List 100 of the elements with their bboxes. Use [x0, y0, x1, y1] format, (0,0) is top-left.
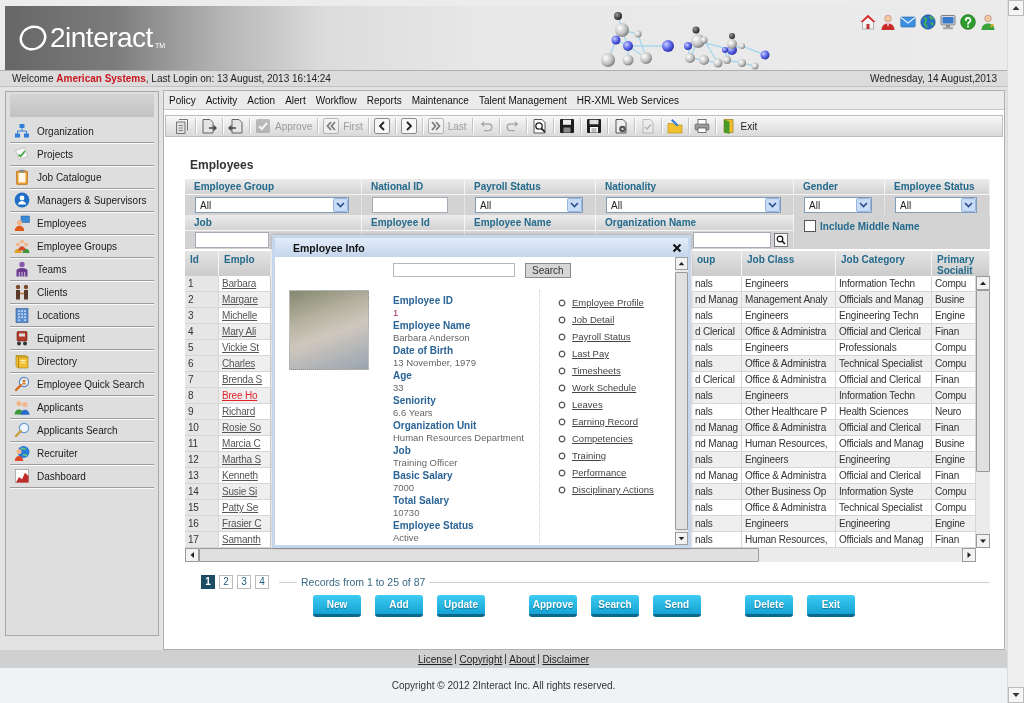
sidebar-item[interactable]: Dashboard	[10, 465, 154, 488]
employee-link[interactable]: Frasier C	[222, 518, 262, 529]
menu-item[interactable]: Talent Management	[478, 94, 567, 106]
document-arrow-icon[interactable]	[201, 118, 217, 134]
sidebar-item[interactable]: Organization	[10, 120, 154, 143]
search-button[interactable]: Search	[525, 262, 571, 278]
sidebar-item[interactable]: Applicants	[10, 396, 154, 419]
page-button[interactable]: 4	[255, 575, 269, 589]
sidebar-item[interactable]: Projects	[10, 143, 154, 166]
sidebar-item[interactable]: Equipment	[10, 327, 154, 350]
arrow-left-icon[interactable]	[185, 548, 199, 562]
mail-icon[interactable]	[900, 14, 916, 30]
page-button[interactable]: 2	[219, 575, 233, 589]
footer-link[interactable]: License	[417, 653, 453, 665]
menu-item[interactable]: Alert	[285, 94, 306, 106]
dropdown[interactable]: All	[895, 197, 977, 213]
employee-link[interactable]: Michelle	[222, 310, 258, 321]
employee-link[interactable]: Bree Ho	[222, 390, 258, 401]
arrow-up-icon[interactable]	[1008, 0, 1024, 16]
arrow-up-icon[interactable]	[976, 276, 990, 290]
section-link[interactable]: Work Schedule	[572, 382, 637, 393]
globe-icon[interactable]	[920, 14, 936, 30]
section-link[interactable]: Last Pay	[572, 348, 609, 359]
menu-item[interactable]: Maintenance	[411, 94, 469, 106]
sidebar-item[interactable]: Clients	[10, 281, 154, 304]
employee-link[interactable]: Vickie St	[222, 342, 259, 353]
sidebar-item[interactable]: Applicants Search	[10, 419, 154, 442]
dropdown[interactable]: All	[804, 197, 872, 213]
footer-link[interactable]: Disclaimer	[542, 653, 590, 665]
section-link[interactable]: Timesheets	[572, 365, 621, 376]
computer-icon[interactable]	[940, 14, 956, 30]
sidebar-item[interactable]: Job Catalogue	[10, 166, 154, 189]
papers-icon[interactable]	[174, 118, 190, 134]
employee-link[interactable]: Susie Si	[222, 486, 258, 497]
sidebar-item[interactable]: Employees	[10, 212, 154, 235]
employee-link[interactable]: Marcia C	[222, 438, 261, 449]
user-icon[interactable]	[880, 14, 896, 30]
section-link[interactable]: Leaves	[572, 399, 603, 410]
text-field[interactable]	[372, 197, 448, 213]
section-link[interactable]: Competencies	[572, 433, 633, 444]
dropdown[interactable]: All	[195, 197, 349, 213]
dropdown[interactable]: All	[475, 197, 583, 213]
section-link[interactable]: Employee Profile	[572, 297, 644, 308]
text-field[interactable]	[693, 232, 771, 248]
scrollbar-thumb[interactable]	[976, 290, 990, 472]
employee-link[interactable]: Richard	[222, 406, 256, 417]
section-link[interactable]: Training	[572, 450, 606, 461]
section-link[interactable]: Payroll Status	[572, 331, 631, 342]
menu-item[interactable]: Reports	[366, 94, 402, 106]
scrollbar-thumb[interactable]	[199, 548, 759, 562]
print-icon[interactable]	[693, 118, 710, 134]
sidebar-item[interactable]: Managers & Supervisors	[10, 189, 154, 212]
menu-item[interactable]: Policy	[169, 94, 196, 106]
sidebar-item[interactable]: Teams	[10, 258, 154, 281]
horizontal-scrollbar[interactable]	[185, 548, 976, 562]
dropdown[interactable]: All	[606, 197, 781, 213]
menu-item[interactable]: Action	[247, 94, 276, 106]
employee-link[interactable]: Margare	[222, 294, 258, 305]
footer-link[interactable]: About	[509, 653, 536, 665]
employee-link[interactable]: Kenneth	[222, 470, 258, 481]
toolbar-button[interactable]: Exit	[715, 116, 763, 136]
employee-link[interactable]: Mary Ali	[222, 326, 256, 337]
save-icon[interactable]	[558, 118, 575, 134]
user-icon[interactable]	[980, 14, 996, 30]
sidebar-item[interactable]: Employee Groups	[10, 235, 154, 258]
close-icon[interactable]	[672, 242, 682, 253]
search-document-icon[interactable]	[531, 118, 548, 134]
section-link[interactable]: Performance	[572, 467, 627, 478]
menu-item[interactable]: HR-XML Web Services	[576, 94, 680, 106]
menu-item[interactable]: Workflow	[315, 94, 357, 106]
text-field[interactable]	[195, 232, 269, 248]
employee-link[interactable]: Barbara	[222, 278, 257, 289]
employee-link[interactable]: Charles	[222, 358, 256, 369]
sidebar-item[interactable]: Employee Quick Search	[10, 373, 154, 396]
save-icon[interactable]	[585, 118, 602, 134]
search-field[interactable]	[393, 263, 515, 277]
footer-link[interactable]: Copyright	[459, 653, 503, 665]
section-link[interactable]: Job Detail	[572, 314, 615, 325]
help-icon[interactable]	[960, 14, 976, 30]
page-scrollbar[interactable]	[1007, 0, 1024, 703]
employee-link[interactable]: Samanth	[222, 534, 261, 545]
arrow-down-icon[interactable]	[1008, 687, 1024, 703]
arrow-right-icon[interactable]	[962, 548, 976, 562]
house-icon[interactable]	[860, 14, 876, 30]
arrow-down-icon[interactable]	[976, 534, 990, 548]
section-link[interactable]: Earning Record	[572, 416, 638, 427]
document-icon[interactable]	[612, 118, 629, 134]
employee-link[interactable]: Patty Se	[222, 502, 259, 513]
page-button[interactable]: 1	[201, 575, 215, 589]
checkbox[interactable]	[804, 220, 816, 232]
sidebar-item[interactable]: Recruiter	[10, 442, 154, 465]
vertical-scrollbar[interactable]	[976, 276, 990, 548]
sidebar-item[interactable]: Locations	[10, 304, 154, 327]
folder-pencil-icon[interactable]	[666, 118, 683, 134]
employee-link[interactable]: Rosie So	[222, 422, 261, 433]
search-icon[interactable]	[774, 233, 788, 247]
page-button[interactable]: 3	[237, 575, 251, 589]
arrow-down-icon[interactable]	[675, 532, 688, 545]
employee-link[interactable]: Brenda S	[222, 374, 263, 385]
arrow-up-icon[interactable]	[675, 257, 688, 270]
